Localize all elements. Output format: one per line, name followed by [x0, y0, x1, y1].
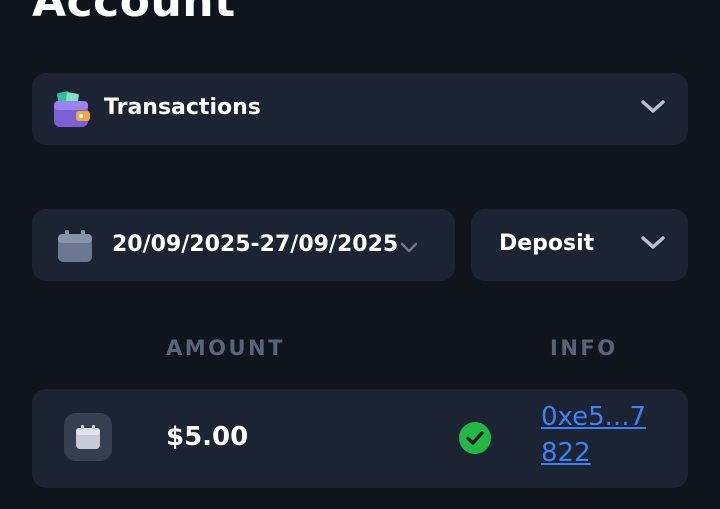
- section-dropdown-value: Transactions: [104, 95, 261, 120]
- column-header-amount: AMOUNT: [166, 336, 285, 360]
- chevron-down-icon: [640, 235, 666, 255]
- transaction-amount: $5.00: [166, 422, 249, 452]
- column-header-info: INFO: [550, 336, 618, 360]
- transaction-type-badge: [64, 413, 112, 461]
- calendar-icon: [76, 425, 100, 449]
- page-title: Account: [32, 0, 236, 27]
- transaction-type-dropdown[interactable]: Deposit: [471, 209, 688, 281]
- section-dropdown[interactable]: Transactions: [32, 73, 688, 145]
- check-circle-icon: [458, 421, 492, 455]
- transaction-hash-part-2: 822: [541, 438, 591, 468]
- table-row: $5.00 0xe5...7 822: [32, 389, 688, 488]
- date-range-value: 20/09/2025-27/09/2025: [112, 232, 399, 257]
- transaction-type-value: Deposit: [499, 231, 595, 256]
- chevron-down-icon: [400, 239, 418, 258]
- chevron-down-icon: [640, 99, 666, 119]
- calendar-icon: [56, 229, 94, 263]
- transaction-hash-link[interactable]: 0xe5...7 822: [541, 399, 666, 471]
- transaction-hash-part-1: 0xe5...7: [541, 402, 647, 432]
- wallet-icon: [52, 89, 92, 129]
- date-range-picker[interactable]: 20/09/2025-27/09/2025: [32, 209, 455, 281]
